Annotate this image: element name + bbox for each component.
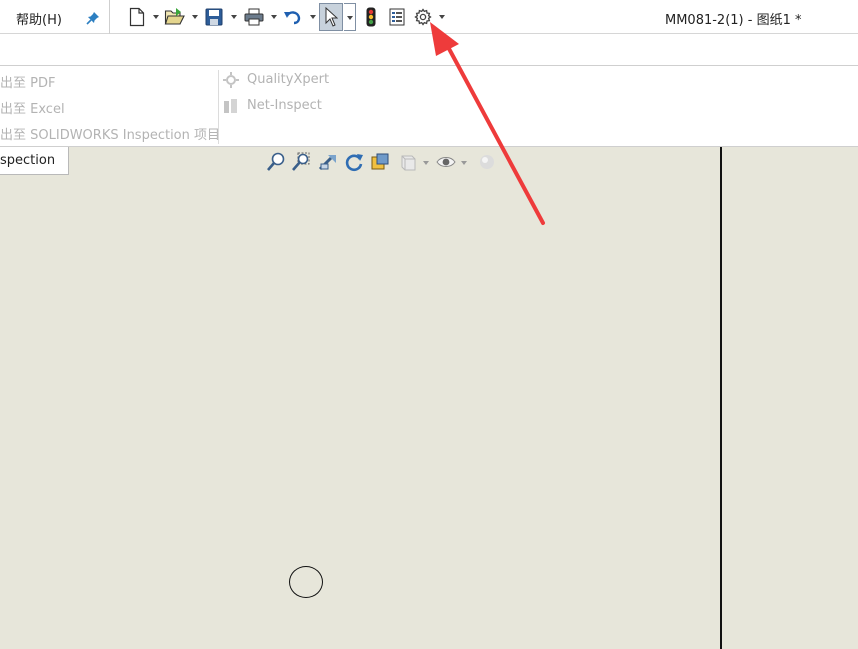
tab-inspection[interactable]: spection — [0, 147, 69, 175]
tab-inspection-label: spection — [0, 153, 56, 168]
zoom-to-fit-icon[interactable] — [265, 151, 287, 173]
command-bar-empty — [0, 34, 858, 66]
title-bar: 帮助(H) MM081-2(1) - 图纸1 * — [0, 0, 858, 34]
document-title: MM081-2(1) - 图纸1 * — [665, 13, 802, 28]
drawing-circle-entity[interactable] — [289, 566, 323, 598]
new-document-icon[interactable] — [126, 3, 148, 31]
ribbon-separator — [218, 70, 219, 144]
qualityxpert-icon — [223, 72, 239, 88]
export-excel-button[interactable]: 出至 Excel — [0, 98, 65, 117]
save-icon[interactable] — [203, 3, 225, 31]
rotate-view-icon[interactable] — [343, 151, 365, 173]
open-folder-icon[interactable] — [163, 3, 187, 31]
drawing-canvas[interactable] — [0, 147, 858, 649]
display-style-icon[interactable] — [397, 151, 419, 173]
select-dropdown-button[interactable] — [344, 3, 356, 31]
hide-show-eye-icon[interactable] — [435, 151, 457, 173]
qualityxpert-button[interactable]: QualityXpert — [247, 72, 329, 87]
zoom-to-area-icon[interactable] — [290, 151, 312, 173]
export-pdf-button[interactable]: 出至 PDF — [0, 72, 55, 91]
hide-show-dropdown-icon[interactable] — [461, 161, 467, 165]
save-dropdown-icon[interactable] — [231, 15, 237, 19]
display-style-dropdown-icon[interactable] — [423, 161, 429, 165]
new-document-dropdown-icon[interactable] — [153, 15, 159, 19]
drawing-sheet-border — [720, 147, 722, 649]
options-dropdown-icon[interactable] — [439, 15, 445, 19]
previous-view-icon[interactable] — [317, 151, 339, 173]
print-icon[interactable] — [242, 3, 266, 31]
open-dropdown-icon[interactable] — [192, 15, 198, 19]
section-view-icon[interactable] — [369, 151, 391, 173]
file-properties-icon[interactable] — [386, 3, 408, 31]
help-menu[interactable]: 帮助(H) — [0, 0, 110, 34]
pin-icon[interactable] — [86, 10, 100, 25]
undo-icon[interactable] — [281, 3, 305, 31]
select-cursor-icon[interactable] — [319, 3, 343, 31]
help-menu-label: 帮助(H) — [16, 13, 62, 28]
rebuild-traffic-light-icon[interactable] — [362, 3, 380, 31]
print-dropdown-icon[interactable] — [271, 15, 277, 19]
options-gear-icon[interactable] — [412, 3, 434, 31]
inspection-ribbon: 出至 PDF 出至 Excel 出至 SOLIDWORKS Inspection… — [0, 66, 858, 147]
net-inspect-button[interactable]: Net-Inspect — [247, 98, 322, 113]
net-inspect-icon — [223, 98, 239, 114]
scene-appearance-icon[interactable] — [476, 151, 498, 173]
export-inspection-project-button[interactable]: 出至 SOLIDWORKS Inspection 项目 — [0, 124, 220, 143]
undo-dropdown-icon[interactable] — [310, 15, 316, 19]
